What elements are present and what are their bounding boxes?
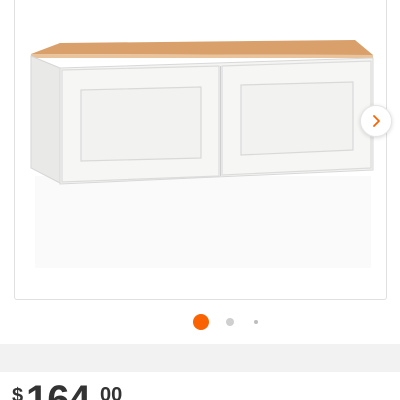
- product-image-card: [14, 0, 392, 300]
- next-image-button[interactable]: [360, 105, 392, 137]
- section-divider: [0, 344, 400, 372]
- chevron-right-icon: [373, 115, 380, 127]
- carousel-dot[interactable]: [226, 318, 234, 326]
- carousel-dot[interactable]: [254, 320, 258, 324]
- price-whole-dollars: 164: [26, 378, 91, 400]
- carousel-dot-active[interactable]: [193, 314, 209, 330]
- price-currency-symbol: $: [12, 385, 24, 400]
- product-image[interactable]: [15, 0, 388, 298]
- carousel-dots: [0, 313, 400, 331]
- price-cents: 00: [100, 384, 123, 400]
